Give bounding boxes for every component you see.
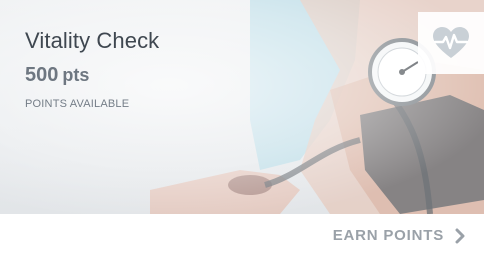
vitality-check-card[interactable]: Vitality Check 500 pts POINTS AVAILABLE E… xyxy=(0,0,484,261)
heart-pulse-icon xyxy=(433,27,469,58)
earn-points-button[interactable]: EARN POINTS xyxy=(333,227,466,244)
heart-badge xyxy=(418,12,484,74)
points-value: 500 xyxy=(25,64,59,86)
points-unit: pts xyxy=(62,65,90,85)
card-title: Vitality Check xyxy=(25,28,160,53)
points-caption: POINTS AVAILABLE xyxy=(25,98,130,110)
card-hero: Vitality Check 500 pts POINTS AVAILABLE xyxy=(0,0,484,214)
points-amount: 500 pts xyxy=(25,64,89,87)
card-footer: EARN POINTS xyxy=(0,214,484,261)
earn-points-label: EARN POINTS xyxy=(332,227,444,244)
chevron-right-icon xyxy=(454,228,466,244)
